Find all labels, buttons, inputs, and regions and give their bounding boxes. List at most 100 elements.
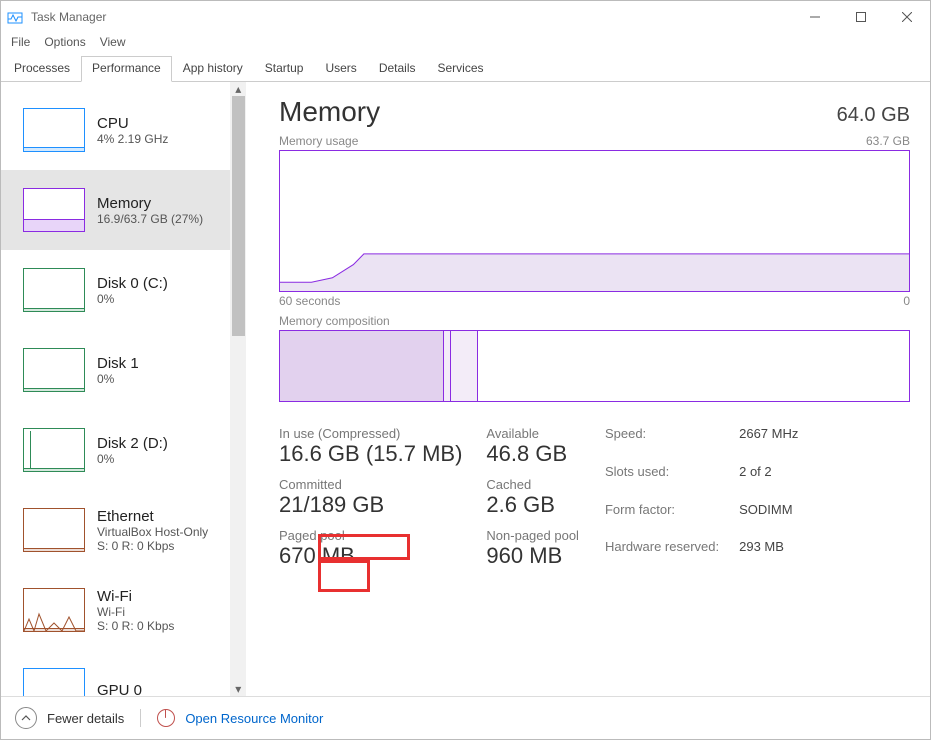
perf-sidebar: CPU4% 2.19 GHzMemory16.9/63.7 GB (27%)Di… (1, 82, 247, 696)
sidebar-item-disk-0-c-[interactable]: Disk 0 (C:)0% (1, 250, 230, 330)
content-area: CPU4% 2.19 GHzMemory16.9/63.7 GB (27%)Di… (1, 82, 930, 696)
memory-properties: Speed: 2667 MHz Slots used: 2 of 2 Form … (605, 426, 798, 569)
sidebar-item-sub2: S: 0 R: 0 Kbps (97, 539, 208, 553)
composition-segment-in-use (280, 331, 444, 401)
app-icon (7, 9, 23, 25)
sidebar-item-sub: 16.9/63.7 GB (27%) (97, 212, 203, 226)
sidebar-item-disk-1[interactable]: Disk 10% (1, 330, 230, 410)
menu-file[interactable]: File (11, 35, 30, 49)
inuse-value: 16.6 GB (15.7 MB) (279, 441, 462, 467)
menu-options[interactable]: Options (44, 35, 85, 49)
scrollbar-thumb[interactable] (232, 96, 245, 336)
memory-composition-chart[interactable] (279, 330, 910, 402)
usage-chart-label: Memory usage (279, 134, 358, 148)
sidebar-item-title: Wi-Fi (97, 588, 174, 605)
fewer-details-toggle[interactable] (15, 707, 37, 729)
sidebar-item-disk-2-d-[interactable]: Disk 2 (D:)0% (1, 410, 230, 490)
sidebar-thumb-chart (23, 668, 85, 696)
open-resource-monitor-link[interactable]: Open Resource Monitor (185, 711, 323, 726)
sidebar-item-title: Disk 2 (D:) (97, 435, 168, 452)
hw-val: 293 MB (739, 539, 798, 569)
composition-segment-modified (444, 331, 451, 401)
sidebar-thumb-chart (23, 428, 85, 472)
sidebar-thumb-chart (23, 508, 85, 552)
slots-key: Slots used: (605, 464, 719, 494)
cached-value: 2.6 GB (486, 492, 579, 518)
chevron-up-icon (21, 713, 31, 723)
minimize-icon (810, 12, 820, 22)
titlebar: Task Manager (1, 1, 930, 33)
memory-stats: In use (Compressed) 16.6 GB (15.7 MB) Av… (279, 426, 910, 569)
footer: Fewer details Open Resource Monitor (1, 696, 930, 739)
tabstrip: Processes Performance App history Startu… (1, 55, 930, 82)
sidebar-thumb-chart (23, 108, 85, 152)
usage-chart-svg (280, 151, 909, 291)
sidebar-item-title: CPU (97, 115, 168, 132)
paged-value: 670 MB (279, 543, 462, 569)
tab-details[interactable]: Details (368, 56, 427, 82)
sidebar-item-title: Disk 1 (97, 355, 139, 372)
sidebar-item-sub: 0% (97, 292, 168, 306)
tab-processes[interactable]: Processes (3, 56, 81, 82)
hw-key: Hardware reserved: (605, 539, 719, 569)
task-manager-window: Task Manager File Options View Processes… (0, 0, 931, 740)
sidebar-thumb-chart (23, 188, 85, 232)
sidebar-item-title: Memory (97, 195, 203, 212)
sidebar-list: CPU4% 2.19 GHzMemory16.9/63.7 GB (27%)Di… (1, 82, 230, 696)
memory-capacity: 64.0 GB (837, 104, 910, 127)
tab-apphistory[interactable]: App history (172, 56, 254, 82)
scroll-down-icon[interactable]: ▾ (230, 682, 247, 696)
inuse-label: In use (Compressed) (279, 426, 462, 441)
speed-key: Speed: (605, 426, 719, 456)
composition-label: Memory composition (279, 314, 910, 328)
sidebar-item-sub: 4% 2.19 GHz (97, 132, 168, 146)
minimize-button[interactable] (792, 1, 838, 33)
page-title: Memory (279, 96, 380, 128)
sidebar-scrollbar[interactable]: ▴ ▾ (230, 82, 246, 696)
available-value: 46.8 GB (486, 441, 579, 467)
scroll-up-icon[interactable]: ▴ (230, 82, 247, 96)
committed-value: 21/189 GB (279, 492, 462, 518)
tab-services[interactable]: Services (427, 56, 495, 82)
speed-val: 2667 MHz (739, 426, 798, 456)
resource-monitor-icon (157, 709, 175, 727)
form-val: SODIMM (739, 502, 798, 532)
composition-segment-free (478, 331, 909, 401)
sidebar-thumb-chart (23, 588, 85, 632)
sidebar-item-gpu-0[interactable]: GPU 0 (1, 650, 230, 696)
composition-segment-standby (451, 331, 478, 401)
sidebar-item-sub: 0% (97, 452, 168, 466)
sidebar-item-cpu[interactable]: CPU4% 2.19 GHz (1, 90, 230, 170)
close-icon (902, 12, 912, 22)
sidebar-item-title: GPU 0 (97, 682, 142, 697)
fewer-details-label[interactable]: Fewer details (47, 711, 124, 726)
window-buttons (792, 1, 930, 33)
close-button[interactable] (884, 1, 930, 33)
sidebar-item-title: Disk 0 (C:) (97, 275, 168, 292)
menu-view[interactable]: View (100, 35, 126, 49)
menubar: File Options View (1, 33, 930, 55)
maximize-icon (856, 12, 866, 22)
sidebar-item-sub: VirtualBox Host-Only (97, 525, 208, 539)
maximize-button[interactable] (838, 1, 884, 33)
memory-usage-chart[interactable] (279, 150, 910, 292)
tab-performance[interactable]: Performance (81, 56, 172, 82)
nonpaged-value: 960 MB (486, 543, 579, 569)
sidebar-item-ethernet[interactable]: EthernetVirtualBox Host-OnlyS: 0 R: 0 Kb… (1, 490, 230, 570)
footer-divider (140, 709, 141, 727)
nonpaged-label: Non-paged pool (486, 528, 579, 543)
sidebar-item-sub: 0% (97, 372, 139, 386)
sidebar-item-wi-fi[interactable]: Wi-FiWi-FiS: 0 R: 0 Kbps (1, 570, 230, 650)
sidebar-item-memory[interactable]: Memory16.9/63.7 GB (27%) (1, 170, 230, 250)
usage-x-right: 0 (903, 294, 910, 308)
sidebar-thumb-chart (23, 348, 85, 392)
window-title: Task Manager (31, 10, 106, 24)
sidebar-item-sub: Wi-Fi (97, 605, 174, 619)
available-label: Available (486, 426, 579, 441)
tab-users[interactable]: Users (314, 56, 367, 82)
usage-chart-max: 63.7 GB (866, 134, 910, 148)
perf-main: Memory 64.0 GB Memory usage 63.7 GB 60 s… (247, 82, 930, 696)
paged-label: Paged pool (279, 528, 462, 543)
usage-x-left: 60 seconds (279, 294, 340, 308)
tab-startup[interactable]: Startup (254, 56, 315, 82)
